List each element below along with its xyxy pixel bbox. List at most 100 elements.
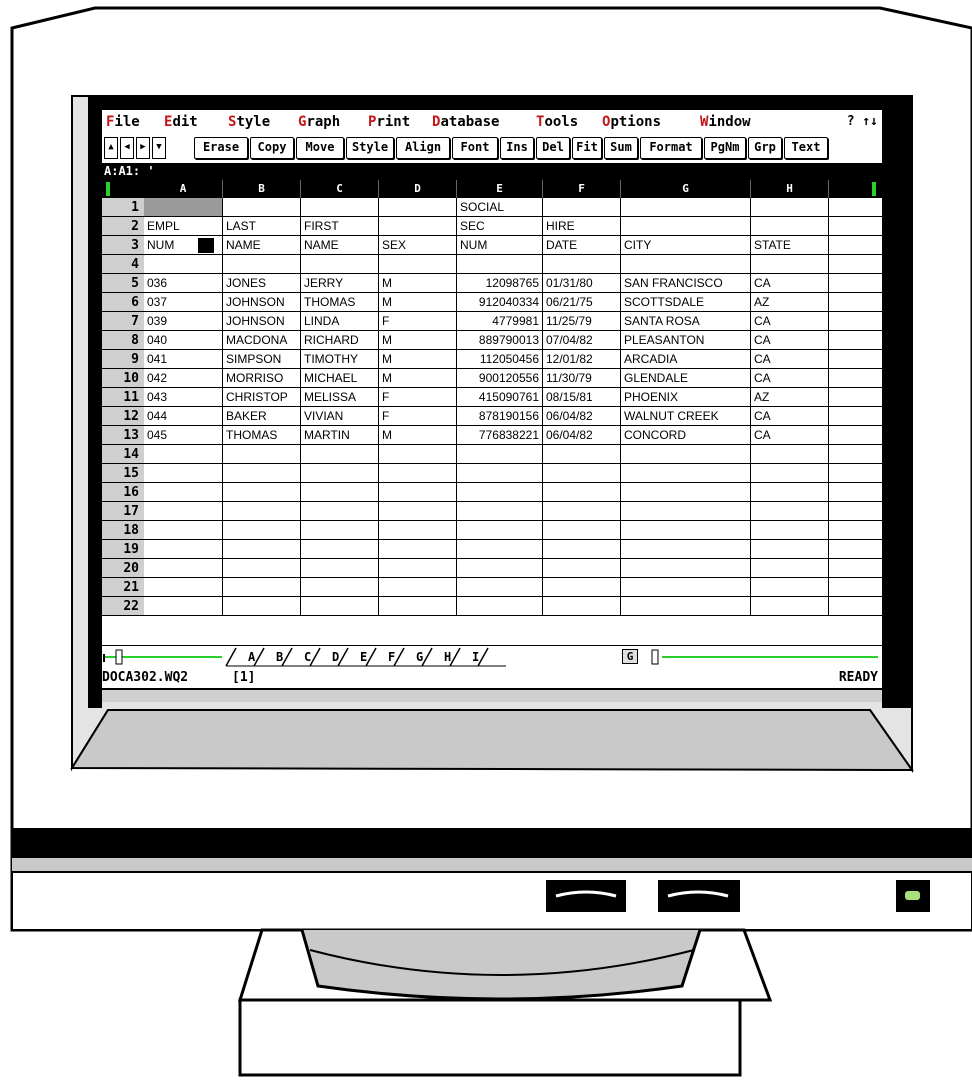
row-header-10[interactable]: 10 bbox=[102, 369, 144, 388]
cell-d8[interactable]: M bbox=[379, 331, 457, 350]
cell-h22[interactable] bbox=[751, 597, 829, 616]
cell-a13[interactable]: 045 bbox=[144, 426, 223, 445]
cell-g22[interactable] bbox=[621, 597, 751, 616]
row-header-5[interactable]: 5 bbox=[102, 274, 144, 293]
cell-h6[interactable]: AZ bbox=[751, 293, 829, 312]
cell-e19[interactable] bbox=[457, 540, 543, 559]
format-button[interactable]: Format bbox=[640, 137, 702, 159]
cell-c1[interactable] bbox=[301, 198, 379, 217]
cell-f14[interactable] bbox=[543, 445, 621, 464]
cell-g11[interactable]: PHOENIX bbox=[621, 388, 751, 407]
cell-c12[interactable]: VIVIAN bbox=[301, 407, 379, 426]
cell-a5[interactable]: 036 bbox=[144, 274, 223, 293]
cell-h7[interactable]: CA bbox=[751, 312, 829, 331]
cell-g21[interactable] bbox=[621, 578, 751, 597]
cell-c4[interactable] bbox=[301, 255, 379, 274]
menu-options[interactable]: Options bbox=[602, 114, 661, 130]
cell-a1[interactable] bbox=[144, 198, 223, 217]
cell-c13[interactable]: MARTIN bbox=[301, 426, 379, 445]
sheet-tab-d[interactable]: D bbox=[332, 650, 339, 664]
cell-c14[interactable] bbox=[301, 445, 379, 464]
cell-g5[interactable]: SAN FRANCISCO bbox=[621, 274, 751, 293]
right-scroll-thumb[interactable] bbox=[651, 649, 659, 665]
menu-tools[interactable]: Tools bbox=[536, 114, 578, 130]
cell-g14[interactable] bbox=[621, 445, 751, 464]
cell-g17[interactable] bbox=[621, 502, 751, 521]
cell-d17[interactable] bbox=[379, 502, 457, 521]
cell-f12[interactable]: 06/04/82 bbox=[543, 407, 621, 426]
cell-b6[interactable]: JOHNSON bbox=[223, 293, 301, 312]
menu-print[interactable]: Print bbox=[368, 114, 410, 130]
menu-file[interactable]: File bbox=[106, 114, 140, 130]
cell-a9[interactable]: 041 bbox=[144, 350, 223, 369]
cell-f1[interactable] bbox=[543, 198, 621, 217]
cell-h18[interactable] bbox=[751, 521, 829, 540]
cell-f15[interactable] bbox=[543, 464, 621, 483]
cell-a17[interactable] bbox=[144, 502, 223, 521]
cell-h2[interactable] bbox=[751, 217, 829, 236]
row-header-20[interactable]: 20 bbox=[102, 559, 144, 578]
cell-d2[interactable] bbox=[379, 217, 457, 236]
scroll-down-icon[interactable]: ▼ bbox=[152, 137, 166, 159]
cell-a16[interactable] bbox=[144, 483, 223, 502]
align-button[interactable]: Align bbox=[396, 137, 450, 159]
cell-b22[interactable] bbox=[223, 597, 301, 616]
cell-a2[interactable]: EMPL bbox=[144, 217, 223, 236]
cell-h15[interactable] bbox=[751, 464, 829, 483]
cell-e13[interactable]: 776838221 bbox=[457, 426, 543, 445]
cell-d13[interactable]: M bbox=[379, 426, 457, 445]
cell-b21[interactable] bbox=[223, 578, 301, 597]
cell-f9[interactable]: 12/01/82 bbox=[543, 350, 621, 369]
row-header-2[interactable]: 2 bbox=[102, 217, 144, 236]
cell-c15[interactable] bbox=[301, 464, 379, 483]
row-header-7[interactable]: 7 bbox=[102, 312, 144, 331]
cell-e17[interactable] bbox=[457, 502, 543, 521]
cell-h8[interactable]: CA bbox=[751, 331, 829, 350]
cell-e14[interactable] bbox=[457, 445, 543, 464]
cell-b12[interactable]: BAKER bbox=[223, 407, 301, 426]
cell-c5[interactable]: JERRY bbox=[301, 274, 379, 293]
cell-d5[interactable]: M bbox=[379, 274, 457, 293]
cell-h5[interactable]: CA bbox=[751, 274, 829, 293]
column-header-d[interactable]: D bbox=[379, 180, 457, 198]
cell-e7[interactable]: 4779981 bbox=[457, 312, 543, 331]
cell-f6[interactable]: 06/21/75 bbox=[543, 293, 621, 312]
cell-e2[interactable]: SEC bbox=[457, 217, 543, 236]
cell-c17[interactable] bbox=[301, 502, 379, 521]
cell-b1[interactable] bbox=[223, 198, 301, 217]
row-header-1[interactable]: 1 bbox=[102, 198, 144, 217]
cell-c2[interactable]: FIRST bbox=[301, 217, 379, 236]
cell-g16[interactable] bbox=[621, 483, 751, 502]
cell-d1[interactable] bbox=[379, 198, 457, 217]
cell-c18[interactable] bbox=[301, 521, 379, 540]
scroll-left-icon[interactable]: ◀ bbox=[120, 137, 134, 159]
cell-h3[interactable]: STATE bbox=[751, 236, 829, 255]
cell-d18[interactable] bbox=[379, 521, 457, 540]
cell-d7[interactable]: F bbox=[379, 312, 457, 331]
cell-c6[interactable]: THOMAS bbox=[301, 293, 379, 312]
menu-window[interactable]: Window bbox=[700, 114, 751, 130]
cell-b13[interactable]: THOMAS bbox=[223, 426, 301, 445]
row-header-15[interactable]: 15 bbox=[102, 464, 144, 483]
cell-b11[interactable]: CHRISTOP bbox=[223, 388, 301, 407]
cell-f2[interactable]: HIRE bbox=[543, 217, 621, 236]
row-header-12[interactable]: 12 bbox=[102, 407, 144, 426]
cell-g4[interactable] bbox=[621, 255, 751, 274]
row-header-13[interactable]: 13 bbox=[102, 426, 144, 445]
cell-a14[interactable] bbox=[144, 445, 223, 464]
row-header-3[interactable]: 3 bbox=[102, 236, 144, 255]
cell-e12[interactable]: 878190156 bbox=[457, 407, 543, 426]
cell-f7[interactable]: 11/25/79 bbox=[543, 312, 621, 331]
style-button[interactable]: Style bbox=[346, 137, 394, 159]
cell-a12[interactable]: 044 bbox=[144, 407, 223, 426]
cell-c20[interactable] bbox=[301, 559, 379, 578]
cell-f10[interactable]: 11/30/79 bbox=[543, 369, 621, 388]
cell-e3[interactable]: NUM bbox=[457, 236, 543, 255]
cell-b8[interactable]: MACDONA bbox=[223, 331, 301, 350]
cell-h13[interactable]: CA bbox=[751, 426, 829, 445]
cell-g8[interactable]: PLEASANTON bbox=[621, 331, 751, 350]
cell-a4[interactable] bbox=[144, 255, 223, 274]
cell-e9[interactable]: 112050456 bbox=[457, 350, 543, 369]
cell-a11[interactable]: 043 bbox=[144, 388, 223, 407]
cell-e15[interactable] bbox=[457, 464, 543, 483]
